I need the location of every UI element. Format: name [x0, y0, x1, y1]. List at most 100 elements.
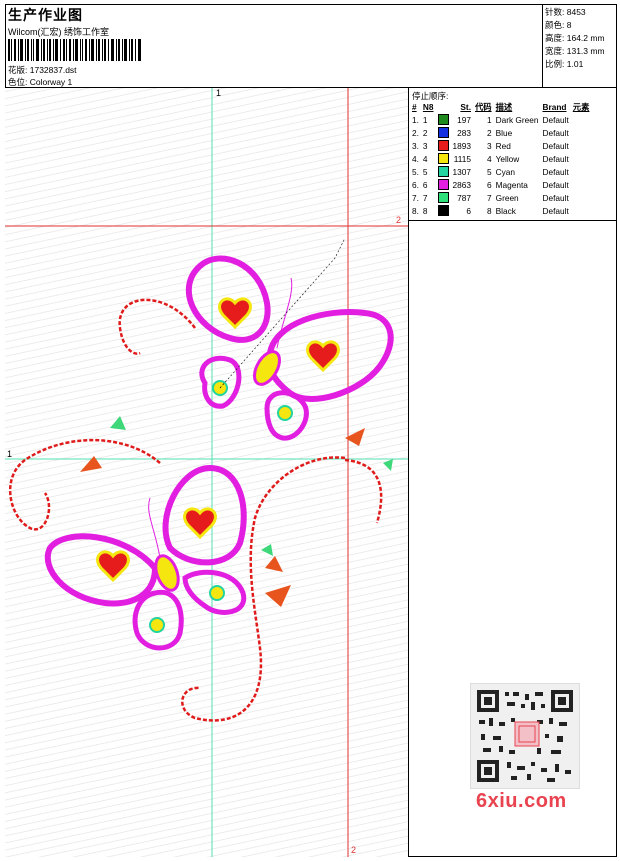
colorway-value: Colorway 1	[29, 77, 73, 87]
guide-label-h2: 2	[396, 215, 402, 225]
embroidery-preview: 1 2 1 2	[5, 88, 409, 857]
color-swatch	[437, 114, 449, 126]
row-stitches: 2863	[452, 179, 471, 190]
row-needle: 3	[422, 140, 428, 151]
row-code: 2	[486, 127, 492, 138]
butterfly-upper	[185, 237, 394, 441]
row-index: 2.	[412, 127, 419, 138]
design-scale: 比例: 1.01	[545, 58, 583, 70]
colorway-label: 色位:	[8, 77, 28, 87]
design-width-value: 131.3 mm	[566, 46, 605, 56]
design-width-label: 宽度:	[545, 46, 565, 56]
table-row: 8. 8 6 8 Black Default	[410, 204, 591, 217]
table-row: 4. 4 1115 4 Yellow Default	[410, 152, 591, 165]
row-brand: Default	[542, 179, 569, 190]
stitch-count: 针数: 8453	[545, 6, 586, 18]
row-stitches: 1307	[452, 166, 471, 177]
row-needle: 5	[422, 166, 428, 177]
row-code: 3	[486, 140, 492, 151]
col-index: #	[412, 102, 417, 112]
row-element	[571, 139, 592, 152]
watermark-site: 6xiu.com	[476, 790, 567, 812]
row-swatch	[436, 126, 451, 139]
row-index: 4.	[412, 153, 419, 164]
stats-panel: 针数: 8453 颜色: 8 高度: 164.2 mm 宽度: 131.3 mm…	[542, 4, 617, 88]
row-brand: Default	[542, 192, 569, 203]
row-swatch	[436, 152, 451, 165]
header-panel: 生产作业图 Wilcom(汇宏) 绣饰工作室 花版: 1732837.dst 色…	[5, 4, 543, 88]
table-row: 1. 1 197 1 Dark Green Default	[410, 113, 591, 126]
row-index: 7.	[412, 192, 419, 203]
row-stitches: 787	[457, 192, 471, 203]
table-row: 5. 5 1307 5 Cyan Default	[410, 165, 591, 178]
row-code: 7	[486, 192, 492, 203]
sheet-title: 生产作业图	[8, 7, 83, 23]
color-swatch	[437, 205, 449, 217]
row-description: Cyan	[495, 166, 515, 177]
stop-sequence-header: # N8 St. 代码 描述 Brand 元素	[410, 101, 591, 113]
row-stitches: 197	[457, 114, 471, 125]
guide-label-v1: 1	[216, 88, 222, 98]
design-height-label: 高度:	[545, 33, 565, 43]
color-swatch	[437, 153, 449, 165]
col-swatch	[436, 101, 451, 113]
row-index: 3.	[412, 140, 419, 151]
production-sheet: 生产作业图 Wilcom(汇宏) 绣饰工作室 花版: 1 732837.dst 色…	[0, 0, 620, 861]
row-needle: 8	[422, 205, 428, 216]
row-stitches: 283	[457, 127, 471, 138]
row-code: 1	[486, 114, 492, 125]
row-description: Dark Green	[495, 114, 539, 125]
qr-code	[470, 683, 580, 789]
butterfly-lower	[44, 464, 247, 651]
table-row: 6. 6 2863 6 Magenta Default	[410, 178, 591, 191]
row-brand: Default	[542, 153, 569, 164]
col-needle: N8	[422, 102, 434, 112]
row-swatch	[436, 165, 451, 178]
table-row: 7. 7 787 7 Green Default	[410, 191, 591, 204]
row-element	[571, 152, 592, 165]
qr-code-graphic	[477, 690, 573, 782]
color-swatch	[437, 192, 449, 204]
colorway-row: 色位: Colorway 1	[8, 76, 72, 88]
row-brand: Default	[542, 114, 569, 125]
row-element	[571, 204, 592, 217]
row-brand: Default	[542, 205, 569, 216]
row-index: 5.	[412, 166, 419, 177]
col-stitches: St.	[460, 102, 471, 112]
row-swatch	[436, 204, 451, 217]
design-file-value: 1732837.dst	[29, 65, 77, 75]
row-brand: Default	[542, 166, 569, 177]
color-swatch	[437, 127, 449, 139]
row-element	[571, 113, 592, 126]
guide-label-v2: 2	[351, 845, 357, 855]
row-element	[571, 165, 592, 178]
design-width: 宽度: 131.3 mm	[545, 45, 605, 57]
row-index: 8.	[412, 205, 419, 216]
design-file-row: 花版: 1732837.dst	[8, 64, 77, 76]
table-row: 2. 2 283 2 Blue Default	[410, 126, 591, 139]
row-code: 8	[486, 205, 492, 216]
row-needle: 4	[422, 153, 428, 164]
color-swatch	[437, 179, 449, 191]
row-swatch	[436, 139, 451, 152]
design-scale-label: 比例:	[545, 59, 565, 69]
stop-sequence-table: # N8 St. 代码 描述 Brand 元素 1. 1 197 1 Dark …	[410, 101, 591, 217]
col-element: 元素	[572, 102, 590, 112]
embroidery-canvas	[5, 88, 408, 857]
row-needle: 6	[422, 179, 428, 190]
row-brand: Default	[542, 127, 569, 138]
row-code: 6	[486, 179, 492, 190]
color-count: 颜色: 8	[545, 19, 571, 31]
row-index: 1.	[412, 114, 419, 125]
design-height: 高度: 164.2 mm	[545, 32, 605, 44]
row-stitches: 6	[466, 205, 471, 216]
row-needle: 1	[422, 114, 428, 125]
row-swatch	[436, 191, 451, 204]
design-scale-value: 1.01	[566, 59, 584, 69]
design-file-label: 花版:	[8, 65, 28, 75]
row-needle: 7	[422, 192, 428, 203]
barcode	[8, 39, 141, 61]
row-element	[571, 178, 592, 191]
company-name: Wilcom(汇宏) 绣饰工作室	[8, 27, 109, 37]
row-stitches: 1893	[452, 140, 471, 151]
